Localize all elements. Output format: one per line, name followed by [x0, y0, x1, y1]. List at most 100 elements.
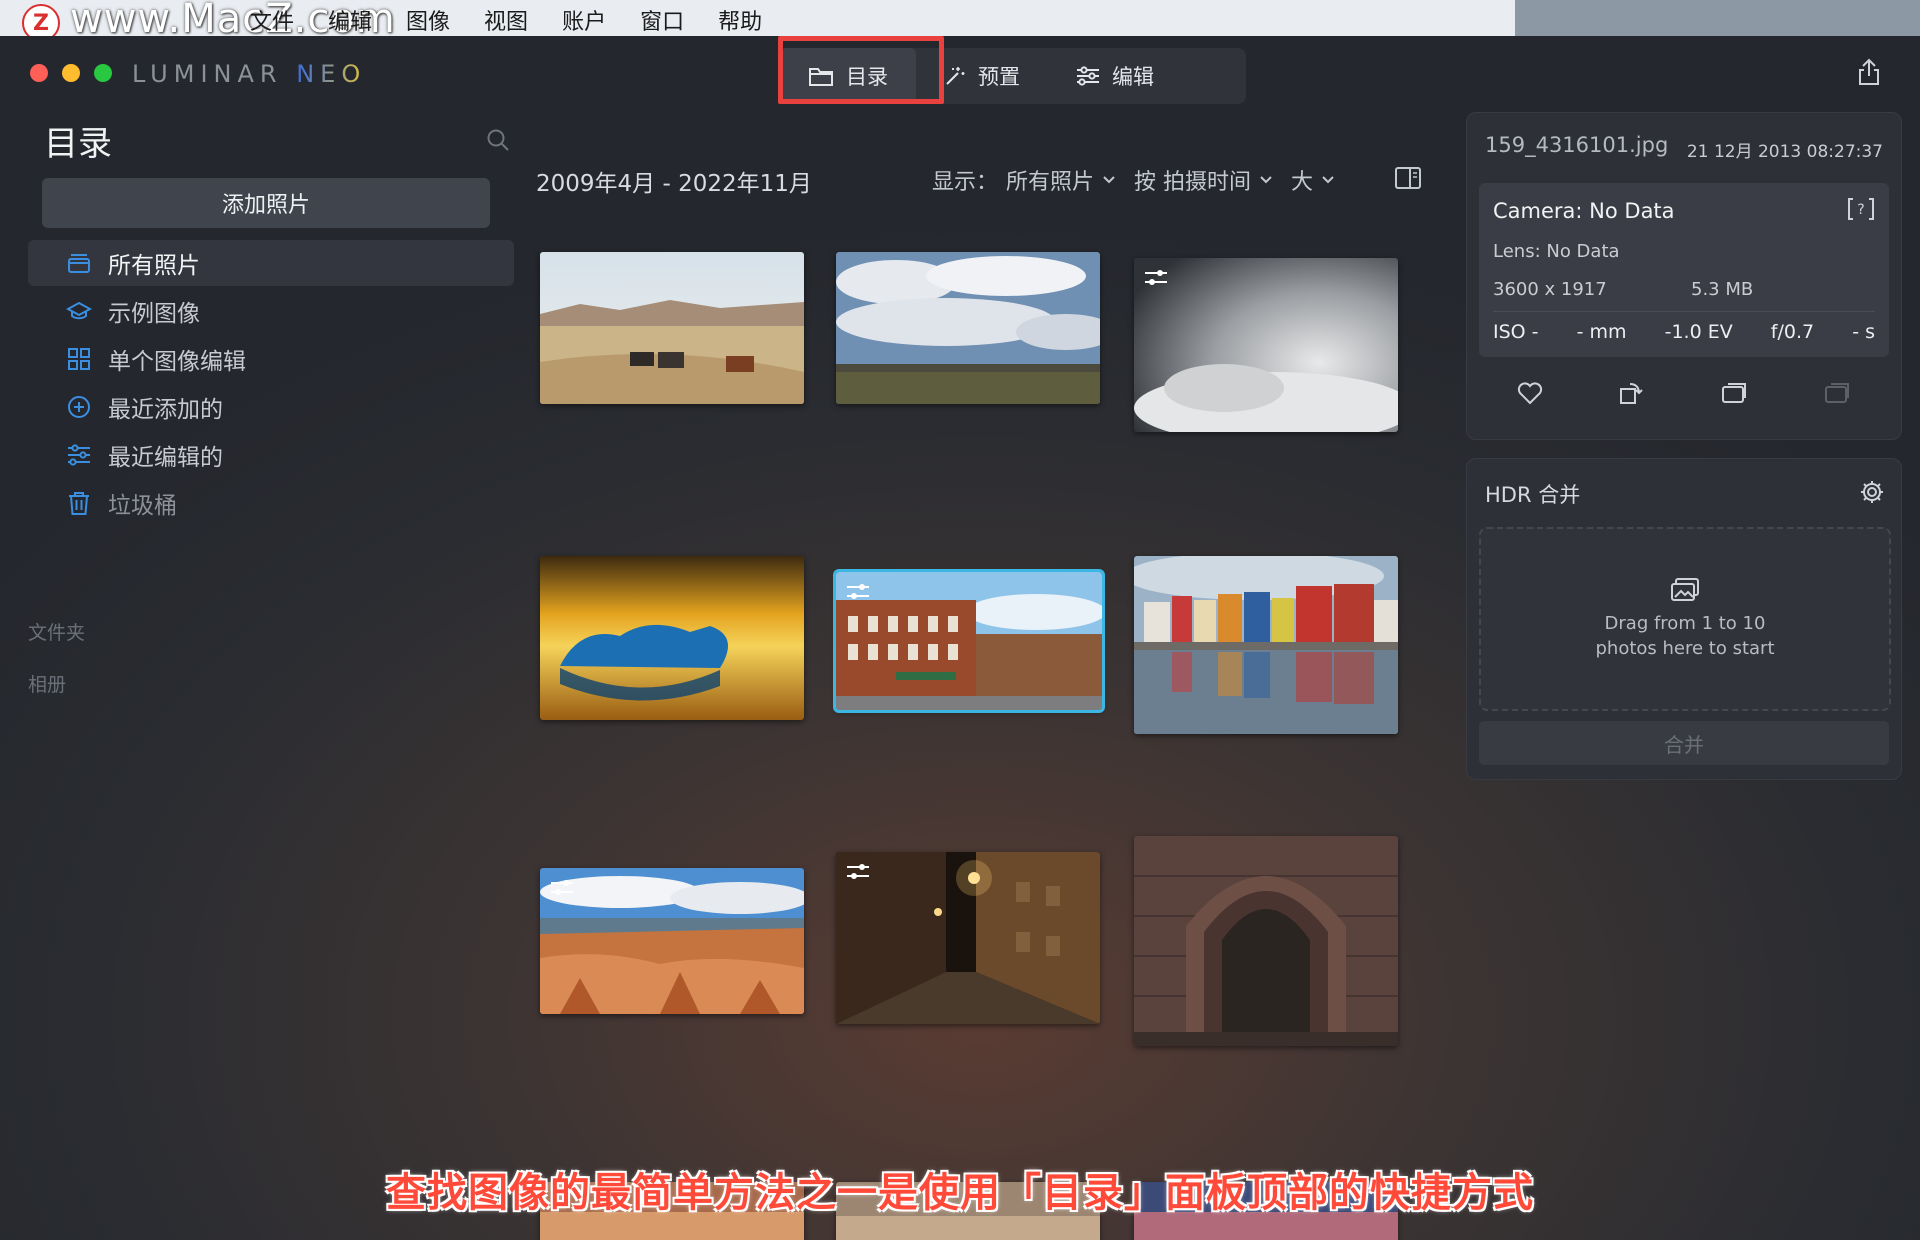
photo-canyon [540, 868, 804, 1014]
menu-file[interactable]: 文件 [250, 4, 294, 36]
menu-image[interactable]: 图像 [406, 4, 450, 36]
sidebar: 目录 添加照片 所有照片 示例图像 单个图像编辑 最近添加的 最近编辑的 垃圾桶… [0, 106, 520, 1240]
sidebar-section-albums[interactable]: 相册 [28, 670, 66, 697]
drop-zone-text: Drag from 1 to 10 photos here to start [1595, 613, 1775, 659]
sidebar-item-label: 垃圾桶 [108, 493, 177, 519]
rotate-button[interactable] [1618, 380, 1644, 410]
share-button[interactable] [1858, 58, 1880, 90]
sidebar-search-button[interactable] [486, 128, 510, 156]
photo-thumbnail[interactable] [1134, 556, 1398, 734]
thumbnail-size-dropdown[interactable]: 大 [1291, 164, 1335, 196]
file-size: 5.3 MB [1691, 279, 1754, 300]
question-box-icon: ? [1848, 198, 1874, 220]
photo-thumbnail[interactable] [836, 252, 1100, 404]
chevron-down-icon [1260, 176, 1272, 184]
sidebar-section-folders[interactable]: 文件夹 [28, 618, 85, 645]
hdr-settings-button[interactable] [1859, 479, 1885, 509]
photo-brick-buildings [836, 572, 1102, 710]
divider [1493, 311, 1875, 312]
photo-thumbnail[interactable] [540, 868, 804, 1014]
photo-smoke [1134, 258, 1398, 432]
edited-badge-icon [551, 880, 573, 895]
exif-card: Camera: No Data ? Lens: No Data 3600 x 1… [1479, 183, 1889, 357]
window-controls [30, 64, 112, 82]
edited-badge-icon [847, 584, 869, 599]
sliders-icon [68, 444, 90, 466]
photo-thumbnail[interactable] [1134, 836, 1398, 1046]
sidebar-item-recently-edited[interactable]: 最近编辑的 [28, 432, 514, 478]
image-info-panel: 159_4316101.jpg 21 12月 2013 08:27:37 Cam… [1466, 112, 1902, 440]
tab-presets-label: 预置 [978, 65, 1020, 89]
zoom-button[interactable] [94, 64, 112, 82]
menu-account[interactable]: 账户 [562, 4, 606, 36]
tab-edit[interactable]: 编辑 [1048, 48, 1182, 104]
filter-bar: 显示： 所有照片 按 拍摄时间 大 [932, 164, 1335, 196]
show-filter-value: 所有照片 [1006, 170, 1095, 195]
photo-desert-cattle [540, 252, 804, 404]
hdr-merge-panel: HDR 合并 Drag from 1 to 10 photos here to … [1466, 458, 1902, 780]
logo-luminar: LUMINAR [132, 60, 297, 88]
sidebar-item-all-photos[interactable]: 所有照片 [28, 240, 514, 286]
menu-edit[interactable]: 编辑 [328, 4, 372, 36]
menu-view[interactable]: 视图 [484, 4, 528, 36]
exif-help-button[interactable]: ? [1847, 197, 1875, 225]
stack-button[interactable] [1823, 380, 1851, 410]
stack-disabled-icon [1825, 383, 1850, 403]
image-dimensions: 3600 x 1917 [1493, 279, 1607, 300]
search-icon [487, 129, 509, 151]
filename: 159_4316101.jpg [1485, 133, 1669, 157]
sparkle-icon [946, 67, 965, 85]
menu-window[interactable]: 窗口 [640, 4, 684, 36]
menubar: Z www.MacZ.com 文件 编辑 图像 视图 账户 窗口 帮助 [0, 0, 1920, 42]
stack-icon [68, 254, 90, 273]
lens-info: Lens: No Data [1493, 241, 1620, 262]
gear-icon [1861, 481, 1883, 503]
sort-value: 按 拍摄时间 [1134, 170, 1252, 195]
heart-icon [1517, 382, 1542, 405]
trash-icon [69, 492, 89, 515]
duplicate-button[interactable] [1720, 380, 1748, 410]
svg-text:?: ? [1857, 202, 1864, 218]
exif-aperture: f/0.7 [1770, 321, 1815, 343]
photo-thumbnail[interactable] [836, 852, 1100, 1024]
app-window: LUMINAR NEO 目录 预置 编辑 目录 添加照片 所有照片 示例图像 单… [0, 36, 1920, 1240]
photo-thumbnail[interactable] [1134, 258, 1398, 432]
sidebar-item-sample-images[interactable]: 示例图像 [28, 288, 514, 334]
tab-edit-label: 编辑 [1112, 65, 1154, 89]
photo-thumbnail[interactable] [540, 252, 804, 404]
hdr-title: HDR 合并 [1485, 483, 1581, 507]
photo-thumbnail-selected[interactable] [833, 569, 1105, 713]
minimize-button[interactable] [62, 64, 80, 82]
panel-toggle-icon [1395, 167, 1421, 189]
menubar-right-area [1515, 0, 1920, 36]
exif-exposure: -1.0 EV [1664, 321, 1733, 343]
sidebar-item-recently-added[interactable]: 最近添加的 [28, 384, 514, 430]
sidebar-item-single-edits[interactable]: 单个图像编辑 [28, 336, 514, 382]
graduation-cap-icon [66, 301, 92, 320]
menu-help[interactable]: 帮助 [718, 4, 762, 36]
photo-gothic-door [1134, 836, 1398, 1046]
camera-info: Camera: No Data [1493, 199, 1675, 223]
merge-button[interactable]: 合并 [1479, 721, 1889, 765]
sidebar-item-label: 所有照片 [108, 253, 200, 279]
hdr-drop-zone[interactable]: Drag from 1 to 10 photos here to start [1479, 527, 1891, 711]
add-photos-button[interactable]: 添加照片 [42, 178, 490, 228]
sort-dropdown[interactable]: 按 拍摄时间 [1134, 164, 1273, 196]
chevron-down-icon [1103, 176, 1115, 184]
plus-circle-icon [68, 396, 90, 418]
menu-list: 文件 编辑 图像 视图 账户 窗口 帮助 [250, 4, 762, 36]
share-icon [1859, 58, 1879, 85]
show-filter-dropdown[interactable]: 显示： 所有照片 [932, 164, 1116, 196]
close-button[interactable] [30, 64, 48, 82]
thumbnail-size-value: 大 [1291, 170, 1314, 195]
side-panel-toggle-button[interactable] [1394, 166, 1422, 194]
favorite-button[interactable] [1517, 381, 1543, 409]
chevron-down-icon [1322, 176, 1334, 184]
exif-values: ISO - - mm -1.0 EV f/0.7 - s [1493, 321, 1875, 343]
tutorial-caption: 查找图像的最简单方法之一是使用「目录」面板顶部的快捷方式 [386, 1170, 1534, 1216]
photo-night-alley [836, 852, 1100, 1024]
photo-thumbnail[interactable] [540, 556, 804, 720]
tab-highlight-box [778, 36, 944, 104]
sidebar-item-trash[interactable]: 垃圾桶 [28, 480, 514, 526]
sidebar-item-label: 示例图像 [108, 301, 200, 327]
